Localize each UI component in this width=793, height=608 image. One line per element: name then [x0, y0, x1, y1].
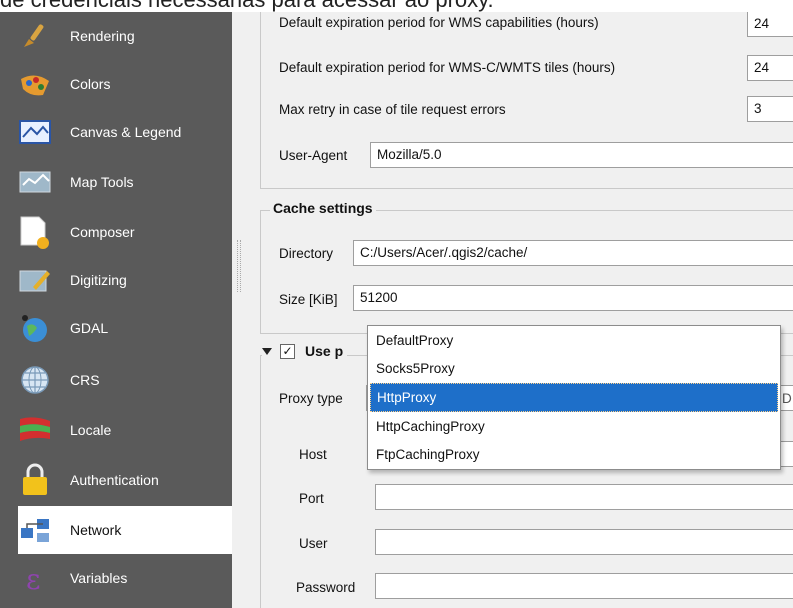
- proxy-option-defaultproxy[interactable]: DefaultProxy: [370, 327, 778, 354]
- cache-directory-input[interactable]: C:/Users/Acer/.qgis2/cache/: [353, 240, 793, 266]
- canvas-legend-icon: [18, 115, 52, 149]
- wms-capabilities-label: Default expiration period for WMS capabi…: [279, 15, 599, 30]
- sidebar-item-label: Rendering: [70, 28, 135, 44]
- wms-capabilities-spinbox[interactable]: 24: [747, 11, 793, 37]
- sidebar-item-gdal[interactable]: GDAL: [18, 304, 232, 352]
- sidebar-item-composer[interactable]: Composer: [18, 208, 232, 256]
- cache-size-input[interactable]: 51200: [353, 285, 793, 311]
- max-retry-spinbox[interactable]: 3: [747, 96, 793, 122]
- wms-tiles-spinbox[interactable]: 24: [747, 55, 793, 81]
- locale-flag-icon: [18, 413, 52, 447]
- sidebar-item-label: Map Tools: [70, 174, 134, 190]
- max-retry-label: Max retry in case of tile request errors: [279, 102, 506, 117]
- wms-tiles-label: Default expiration period for WMS-C/WMTS…: [279, 60, 616, 75]
- color-palette-icon: [18, 67, 52, 101]
- map-tools-icon: [18, 165, 52, 199]
- paintbrush-icon: [18, 19, 52, 53]
- padlock-icon: [18, 463, 52, 497]
- composer-icon: [18, 215, 52, 249]
- sidebar-item-label: Colors: [70, 76, 111, 92]
- proxy-port-label: Port: [299, 491, 324, 506]
- sidebar-item-label: GDAL: [70, 320, 109, 336]
- proxy-port-input[interactable]: [375, 484, 793, 510]
- user-agent-label: User-Agent: [279, 148, 348, 163]
- variables-icon: ε: [18, 561, 52, 595]
- sidebar-item-authentication[interactable]: Authentication: [18, 456, 232, 504]
- proxy-option-socks5proxy[interactable]: Socks5Proxy: [370, 355, 778, 382]
- proxy-type-dropdown-list[interactable]: DefaultProxy Socks5Proxy HttpProxy HttpC…: [367, 325, 781, 470]
- cache-directory-label: Directory: [279, 246, 334, 261]
- sidebar-item-colors[interactable]: Colors: [18, 60, 232, 108]
- use-proxy-label: Use p: [305, 343, 344, 359]
- proxy-option-httpproxy[interactable]: HttpProxy: [370, 383, 778, 412]
- sidebar-item-label: Variables: [70, 570, 128, 586]
- sidebar-item-label: Digitizing: [70, 272, 127, 288]
- sidebar-item-label: Locale: [70, 422, 112, 438]
- proxy-type-label: Proxy type: [279, 391, 343, 406]
- network-settings-panel: Default expiration period for WMS capabi…: [244, 0, 793, 608]
- proxy-password-input[interactable]: [375, 573, 793, 599]
- proxy-host-label: Host: [299, 447, 327, 462]
- svg-text:ε: ε: [26, 563, 41, 593]
- sidebar-item-network[interactable]: Network: [18, 506, 232, 554]
- digitizing-icon: [18, 263, 52, 297]
- sidebar-item-variables[interactable]: ε Variables: [18, 554, 232, 602]
- sidebar-item-label: Network: [70, 522, 122, 538]
- cache-settings-title: Cache settings: [270, 200, 376, 216]
- gdal-globe-icon: [18, 311, 52, 345]
- proxy-group-header: ✓ Use p: [262, 343, 348, 359]
- cache-settings-group: [260, 210, 793, 334]
- sidebar-item-map-tools[interactable]: Map Tools: [18, 158, 232, 206]
- user-agent-input[interactable]: Mozilla/5.0: [370, 142, 793, 168]
- sidebar-item-label: Composer: [70, 224, 135, 240]
- cache-size-label: Size [KiB]: [279, 292, 338, 307]
- proxy-user-label: User: [299, 536, 328, 551]
- sidebar-item-crs[interactable]: CRS: [18, 356, 232, 404]
- proxy-type-combobox-text: D: [782, 391, 792, 406]
- proxy-password-label: Password: [296, 580, 356, 595]
- use-proxy-checkbox[interactable]: ✓: [280, 343, 295, 359]
- sidebar-item-digitizing[interactable]: Digitizing: [18, 256, 232, 304]
- page-caption: de credenciais necessárias para acessar …: [0, 0, 793, 12]
- sidebar-item-locale[interactable]: Locale: [18, 406, 232, 454]
- sidebar-item-label: Canvas & Legend: [70, 124, 182, 140]
- splitter-handle[interactable]: [237, 240, 241, 292]
- options-sidebar: Rendering Colors Canvas & Legend Map Too…: [0, 0, 232, 608]
- proxy-user-input[interactable]: [375, 529, 793, 555]
- collapse-triangle-icon[interactable]: [262, 347, 272, 355]
- crs-globe-icon: [18, 363, 52, 397]
- sidebar-item-canvas-legend[interactable]: Canvas & Legend: [18, 108, 232, 156]
- proxy-option-httpcachingproxy[interactable]: HttpCachingProxy: [370, 413, 778, 440]
- proxy-option-ftpcachingproxy[interactable]: FtpCachingProxy: [370, 441, 778, 468]
- sidebar-item-rendering[interactable]: Rendering: [18, 12, 232, 60]
- network-icon: [18, 513, 52, 547]
- sidebar-item-label: CRS: [70, 372, 100, 388]
- sidebar-item-label: Authentication: [70, 472, 159, 488]
